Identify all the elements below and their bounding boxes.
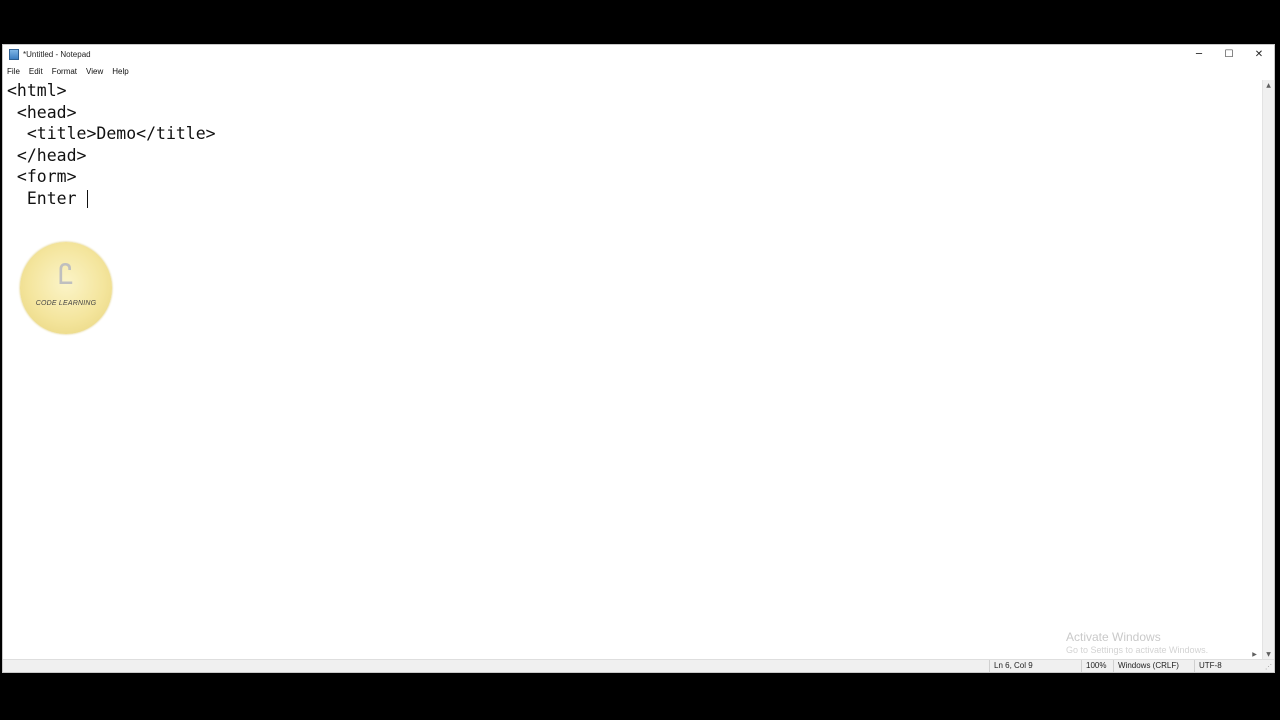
zoom-level: 100% <box>1081 660 1114 672</box>
activation-watermark-subtitle: Go to Settings to activate Windows. <box>1066 645 1209 655</box>
activation-watermark-title: Activate Windows <box>1066 630 1161 644</box>
resize-grip-icon[interactable]: ⋰ <box>1265 663 1272 671</box>
menu-file[interactable]: File <box>7 67 20 76</box>
scroll-up-icon[interactable]: ▲ <box>1263 80 1274 91</box>
minimize-button[interactable]: ─ <box>1184 45 1214 63</box>
line-ending: Windows (CRLF) <box>1113 660 1194 672</box>
menu-bar: File Edit Format View Help <box>3 63 1274 79</box>
menu-format[interactable]: Format <box>52 67 77 76</box>
cursor-position: Ln 6, Col 9 <box>989 660 1082 672</box>
vertical-scrollbar[interactable]: ▲ ▼ <box>1262 80 1274 660</box>
logo-mark-icon: Ꮭ <box>58 258 74 291</box>
notepad-icon <box>9 48 19 60</box>
encoding: UTF-8 <box>1194 660 1249 672</box>
code-learning-logo: Ꮭ CODE LEARNING <box>20 242 112 334</box>
close-button[interactable]: ✕ <box>1244 45 1274 63</box>
editor-line: <title>Demo</title> <box>7 124 216 143</box>
window-controls: ─ ☐ ✕ <box>1184 45 1274 63</box>
editor-line: </head> <box>7 145 87 165</box>
window-title: *Untitled - Notepad <box>23 49 91 59</box>
text-editor[interactable]: <html> <head> <title>Demo</title> </head… <box>3 80 1263 660</box>
menu-help[interactable]: Help <box>112 67 128 76</box>
editor-line: <html> <box>7 81 67 100</box>
status-bar: Ln 6, Col 9 100% Windows (CRLF) UTF-8 ⋰ <box>3 659 1274 672</box>
editor-text: <html> <head> <title>Demo</title> </head… <box>7 80 216 209</box>
maximize-button[interactable]: ☐ <box>1214 45 1244 63</box>
editor-line: <head> <box>7 102 77 122</box>
editor-line: Enter <box>7 188 87 208</box>
editor-line: <form> <box>7 167 77 186</box>
menu-view[interactable]: View <box>86 67 103 76</box>
title-bar[interactable]: *Untitled - Notepad ─ ☐ ✕ <box>3 45 1274 63</box>
logo-text: CODE LEARNING <box>35 300 97 307</box>
notepad-window: *Untitled - Notepad ─ ☐ ✕ File Edit Form… <box>2 44 1275 673</box>
text-caret <box>87 190 89 208</box>
menu-edit[interactable]: Edit <box>29 67 43 76</box>
